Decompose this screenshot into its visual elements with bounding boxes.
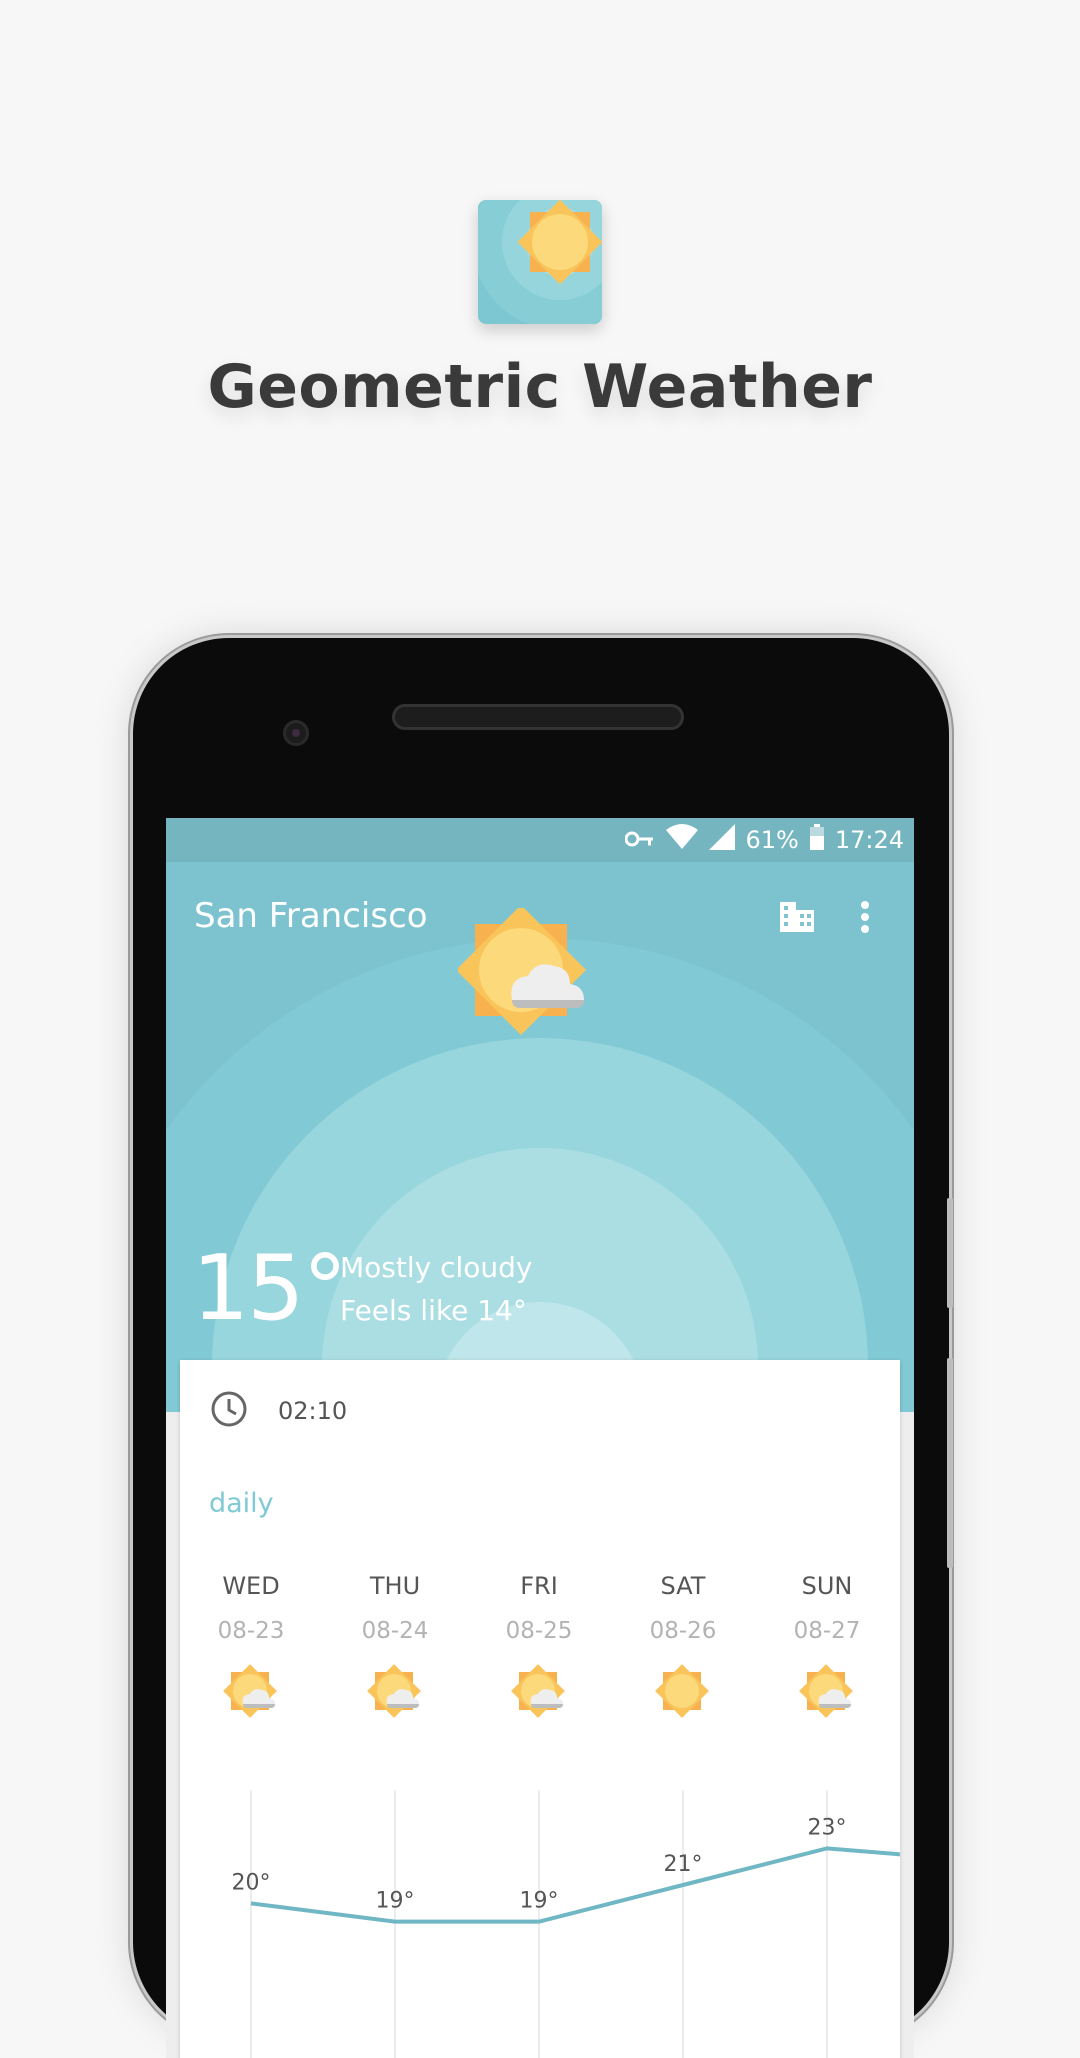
status-bar: 61% 17:24 xyxy=(166,818,914,862)
volume-button xyxy=(947,1358,953,1568)
day-name: WED xyxy=(222,1572,280,1600)
day-date: 08-25 xyxy=(505,1618,573,1644)
earpiece-speaker xyxy=(392,704,684,730)
weather-header: 61% 17:24 San Francisco 15° Mostly cloud… xyxy=(166,818,914,1412)
partly-cloudy-icon xyxy=(799,1664,855,1724)
refresh-row: 02:10 xyxy=(210,1390,347,1432)
day-column-sat[interactable]: SAT 08-26 xyxy=(628,1572,738,1644)
clock: 17:24 xyxy=(834,826,904,854)
clock-icon xyxy=(210,1390,248,1432)
day-name: SAT xyxy=(660,1572,706,1600)
day-date: 08-24 xyxy=(361,1618,429,1644)
sunny-icon xyxy=(655,1664,711,1724)
temperature-label: 20° xyxy=(232,1870,271,1895)
battery-percent: 61% xyxy=(745,826,799,854)
power-button xyxy=(947,1198,953,1308)
day-column-wed[interactable]: WED 08-23 xyxy=(196,1572,306,1644)
day-name: FRI xyxy=(520,1572,558,1600)
app-icon xyxy=(478,200,602,324)
refresh-time: 02:10 xyxy=(278,1397,348,1425)
day-name: SUN xyxy=(801,1572,853,1600)
daily-forecast-card: 02:10 daily WED 08-23 THU 08-24 FRI 08-25 SAT 0… xyxy=(180,1360,900,2058)
partly-cloudy-sun-icon xyxy=(455,904,588,1042)
temperature-label: 21° xyxy=(664,1852,703,1877)
temperature-label: 19° xyxy=(520,1889,559,1914)
daily-temperature-chart: 20° 19° 19° 21° 23° xyxy=(232,1790,900,2058)
day-column-sun[interactable]: SUN 08-27 xyxy=(772,1572,882,1644)
temperature-label: 23° xyxy=(808,1815,847,1840)
phone-frame: 61% 17:24 San Francisco 15° Mostly cloud… xyxy=(133,638,953,2058)
vpn-key-icon xyxy=(624,826,655,854)
battery-icon xyxy=(809,824,825,856)
day-column-thu[interactable]: THU 08-24 xyxy=(340,1572,450,1644)
day-date: 08-23 xyxy=(217,1618,285,1644)
app-title: Geometric Weather xyxy=(207,352,873,422)
partly-cloudy-icon xyxy=(223,1664,279,1724)
current-temperature: 15° xyxy=(192,1236,348,1341)
feels-like-text: Feels like 14° xyxy=(340,1294,527,1327)
weather-summary: Mostly cloudy Feels like 14° xyxy=(340,1246,533,1332)
daily-section-title: daily xyxy=(209,1488,274,1519)
day-date: 08-27 xyxy=(793,1618,861,1644)
day-column-fri[interactable]: FRI 08-25 xyxy=(484,1572,594,1644)
temperature-label: 19° xyxy=(376,1889,415,1914)
city-building-icon[interactable] xyxy=(778,900,816,938)
partly-cloudy-icon xyxy=(367,1664,423,1724)
day-name: THU xyxy=(369,1572,421,1600)
more-vert-icon[interactable] xyxy=(860,900,870,938)
day-date: 08-26 xyxy=(649,1618,717,1644)
front-camera xyxy=(283,720,309,746)
city-name[interactable]: San Francisco xyxy=(194,896,428,936)
wifi-icon xyxy=(665,824,699,856)
signal-icon xyxy=(709,824,736,856)
app-screen: 61% 17:24 San Francisco 15° Mostly cloud… xyxy=(166,818,914,2058)
temperature-line xyxy=(250,1846,900,1924)
condition-text: Mostly cloudy xyxy=(340,1251,533,1284)
partly-cloudy-icon xyxy=(511,1664,567,1724)
